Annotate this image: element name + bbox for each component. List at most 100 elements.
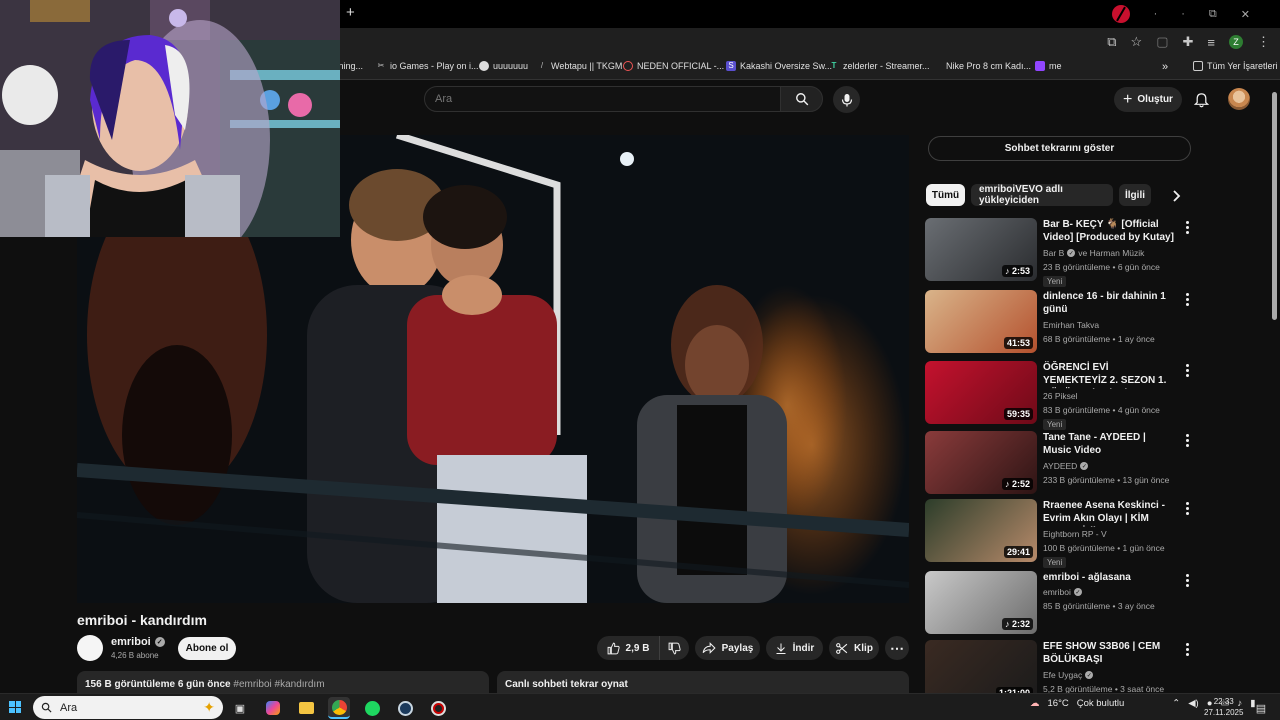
copilot-app[interactable] (262, 697, 284, 719)
video-thumbnail[interactable]: ♪ 2:52 (925, 431, 1037, 494)
duration-badge: ♪ 2:32 (1001, 618, 1033, 630)
recommendation-channel[interactable]: emriboi ✓ (1043, 587, 1082, 597)
chip-from-uploader[interactable]: emriboiVEVO adlı yükleyiciden (971, 184, 1113, 206)
system-clock[interactable]: 22:33 27.11.2025 (1204, 696, 1243, 718)
account-avatar[interactable] (1228, 88, 1250, 110)
volume-icon[interactable]: ◀) (1188, 698, 1198, 709)
page-scrollbar[interactable] (1272, 92, 1277, 320)
task-view-button[interactable]: ▣ (229, 697, 251, 719)
video-thumbnail[interactable]: ♪ 2:53 (925, 218, 1037, 281)
voice-search-button[interactable] (833, 86, 860, 113)
new-tab-button[interactable]: + (346, 5, 355, 21)
obs-icon (430, 700, 446, 716)
restore-icon[interactable]: ⧉ (1209, 8, 1217, 21)
bookmarks-overflow-button[interactable]: » (1162, 61, 1168, 73)
subscribe-button[interactable]: Abone ol (178, 637, 236, 660)
like-button[interactable]: 2,9 B (597, 636, 659, 660)
download-button[interactable]: İndir (766, 636, 823, 660)
recommendation-title[interactable]: emriboi - ağlasana (1043, 571, 1175, 584)
close-window-icon[interactable]: ✕ (1241, 8, 1250, 21)
start-button[interactable] (9, 701, 21, 713)
media-controls-icon[interactable]: ≡ (1207, 35, 1215, 50)
search-input[interactable] (424, 86, 781, 112)
search-icon (41, 702, 52, 713)
hashtags[interactable]: #emriboi #kandırdım (233, 679, 324, 690)
recommendation-menu-button[interactable] (1181, 501, 1193, 515)
dislike-button[interactable] (659, 636, 689, 660)
recommendation-menu-button[interactable] (1181, 220, 1193, 234)
recommendation-channel[interactable]: Efe Uygaç ✓ (1043, 670, 1094, 680)
notifications-button[interactable] (1191, 90, 1211, 110)
bookmark-item[interactable]: ✂ io Games - Play on i... (376, 61, 479, 71)
profile-avatar[interactable]: Z (1229, 35, 1243, 49)
recommendation-item[interactable]: 29:41 Rraenee Asena Keskinci - Evrim Akın… (925, 499, 1193, 568)
recommendation-menu-button[interactable] (1181, 292, 1193, 306)
recommendation-item[interactable]: 41:53 dinlence 16 - bir dahinin 1 günü Emi… (925, 290, 1190, 354)
extension-icon[interactable]: ▢ (1156, 34, 1168, 50)
bookmark-star-icon[interactable]: ☆ (1131, 34, 1143, 50)
show-chat-replay-button[interactable]: Sohbet tekrarını göster (928, 136, 1191, 161)
recommendation-item[interactable]: ♪ 2:53 Bar B- KEÇY 🐐 [Official Video] [Pr… (925, 218, 1193, 287)
steam-app[interactable] (394, 697, 416, 719)
search-button[interactable] (780, 86, 823, 112)
video-thumbnail[interactable]: 29:41 (925, 499, 1037, 562)
recommendation-item[interactable]: 59:35 ÖĞRENCİ EVİ YEMEKTEYİZ 2. SEZON 1. … (925, 361, 1193, 430)
bell-icon (1193, 93, 1209, 108)
windows-taskbar: Ara ✦ ▣ ☁ 16°C Çok bulutlu ⌃ ◀) ● ▭ ♪ ▮ … (0, 693, 1280, 720)
install-app-icon[interactable]: ⧉ (1107, 34, 1116, 50)
clip-button[interactable]: Klip (829, 636, 879, 660)
recommendation-title[interactable]: Bar B- KEÇY 🐐 [Official Video] [Produced… (1043, 218, 1175, 244)
minimize-icon[interactable]: · (1181, 8, 1185, 20)
recommendation-title[interactable]: ÖĞRENCİ EVİ YEMEKTEYİZ 2. SEZON 1. BÖLÜM… (1043, 361, 1175, 389)
taskbar-search[interactable]: Ara ✦ (33, 696, 223, 719)
recommendation-channel[interactable]: AYDEED ✓ (1043, 461, 1089, 471)
chevron-up-icon[interactable]: ⌃ (1172, 698, 1180, 709)
recommendation-menu-button[interactable] (1181, 363, 1193, 377)
weather-icon[interactable]: ☁ (1030, 698, 1040, 709)
share-button[interactable]: Paylaş (695, 636, 760, 660)
tab-search-icon[interactable]: · (1154, 8, 1158, 20)
recommendation-menu-button[interactable] (1181, 433, 1193, 447)
bookmark-item[interactable]: Nike Pro 8 cm Kadı... (946, 61, 1031, 71)
file-explorer-app[interactable] (295, 697, 317, 719)
notification-center-button[interactable]: ▤ (1250, 697, 1272, 719)
recommendation-item[interactable]: ♪ 2:32 emriboi - ağlasana emriboi ✓ 85 B gör… (925, 571, 1190, 635)
copilot-sparkle-icon: ✦ (203, 699, 215, 715)
bookmark-item[interactable]: Tzelderler - Streamer... (829, 61, 930, 71)
obs-app[interactable] (427, 697, 449, 719)
browser-menu-icon[interactable]: ⋮ (1257, 34, 1270, 50)
bookmark-item[interactable]: S Kakashi Oversize Sw... (726, 61, 832, 71)
duration-badge: ♪ 2:52 (1001, 478, 1033, 490)
recommendation-channel[interactable]: Eightborn RP - V (1043, 529, 1107, 539)
bookmark-item[interactable]: / Webtapu || TKGM (537, 61, 623, 71)
recommendation-menu-button[interactable] (1181, 573, 1193, 587)
recommendation-title[interactable]: dinlence 16 - bir dahinin 1 günü (1043, 290, 1175, 316)
recommendation-channel[interactable]: Emirhan Takva (1043, 320, 1099, 330)
extension-logo-icon[interactable] (1111, 5, 1130, 23)
bookmark-item[interactable]: NEDEN OFFICIAL -... (623, 61, 724, 71)
chip-all[interactable]: Tümü (926, 184, 965, 206)
video-thumbnail[interactable]: ♪ 2:32 (925, 571, 1037, 634)
chrome-app[interactable] (328, 697, 350, 719)
bookmark-item[interactable]: uuuuuuu (479, 61, 528, 71)
recommendation-menu-button[interactable] (1181, 642, 1193, 656)
recommendation-title[interactable]: EFE SHOW S3B06 | CEM BÖLÜKBAŞI (1043, 640, 1175, 666)
recommendation-title[interactable]: Tane Tane - AYDEED | Music Video (1043, 431, 1175, 457)
video-thumbnail[interactable]: 41:53 (925, 290, 1037, 353)
video-thumbnail[interactable]: 59:35 (925, 361, 1037, 424)
channel-avatar[interactable] (77, 635, 103, 661)
chips-next-button[interactable] (1168, 186, 1186, 206)
chip-related[interactable]: İlgili (1119, 184, 1151, 206)
spotify-app[interactable] (361, 697, 383, 719)
recommendation-item[interactable]: ♪ 2:52 Tane Tane - AYDEED | Music Video AY… (925, 431, 1190, 495)
puzzle-extensions-icon[interactable]: ✚ (1183, 34, 1194, 50)
recommendation-channel[interactable]: Bar B ✓ ve Harman Müzik (1043, 248, 1144, 258)
all-bookmarks-folder[interactable]: Tüm Yer İşaretleri (1193, 61, 1278, 71)
webcam-overlay (0, 0, 340, 237)
recommendation-title[interactable]: Rraenee Asena Keskinci - Evrim Akın Olay… (1043, 499, 1175, 527)
more-actions-button[interactable]: ⋯ (885, 636, 909, 660)
create-button[interactable]: + Oluştur (1114, 87, 1182, 112)
recommendation-channel[interactable]: 26 Piksel (1043, 391, 1078, 401)
bookmark-item[interactable]: me (1035, 61, 1062, 71)
channel-name-link[interactable]: emriboi ✓ (111, 636, 165, 648)
